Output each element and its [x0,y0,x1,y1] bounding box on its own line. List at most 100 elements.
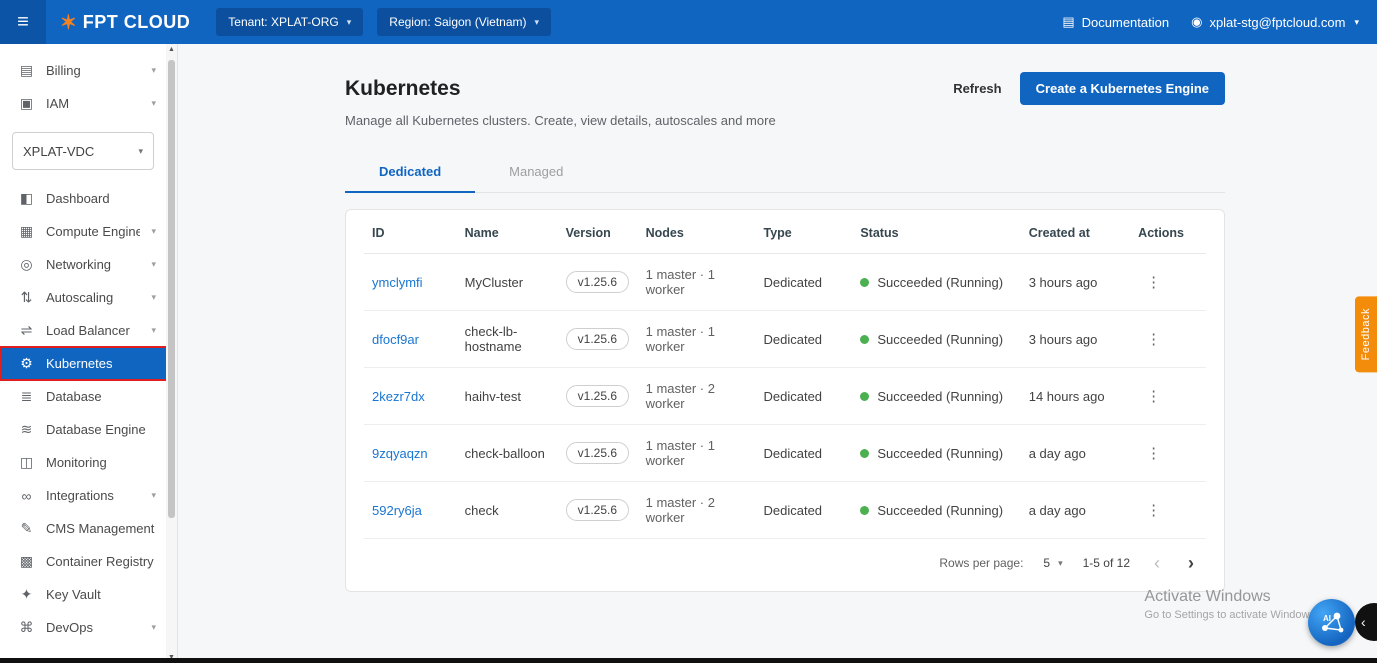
ai-assistant-button[interactable]: AI [1308,599,1355,646]
container-registry-icon: ▩ [19,553,34,569]
status-dot [860,334,870,344]
column-header-name: Name [456,210,558,254]
sidebar-item-label: IAM [46,96,70,111]
sidebar-item-networking[interactable]: ◎ Networking ▾ [0,248,166,281]
sidebar-item-container-registry[interactable]: ▩ Container Registry [0,545,166,578]
feedback-tab[interactable]: Feedback [1355,296,1377,373]
row-actions-button[interactable]: ⋮ [1138,499,1169,521]
sidebar-item-iam[interactable]: ▣ IAM ▾ [0,87,166,120]
tab-bar: Dedicated Managed [345,152,1225,193]
app-root: ≡ ✶ FPT CLOUD Tenant: XPLAT-ORG ▾ Region… [0,0,1377,663]
version-badge: v1.25.6 [565,385,630,407]
rows-per-page-value: 5 [1043,556,1051,570]
sidebar: ▤ Billing ▾ ▣ IAM ▾ XPLAT-VDC ▾ ◧ Dashbo… [0,44,178,663]
scrollbar-thumb[interactable] [168,60,175,518]
column-header-id: ID [364,210,457,254]
top-bar: ≡ ✶ FPT CLOUD Tenant: XPLAT-ORG ▾ Region… [0,0,1377,44]
pagination: Rows per page: 5 ▾ 1-5 of 12 ‹ › [364,539,1206,587]
topbar-right: ▤ Documentation ◉ xplat-stg@fptcloud.com… [1062,14,1359,30]
tab-managed[interactable]: Managed [475,152,597,192]
sidebar-item-devops[interactable]: ⌘ DevOps ▾ [0,611,166,644]
taskbar-edge [0,658,1377,663]
hamburger-menu-icon[interactable]: ≡ [0,0,46,44]
cluster-type: Dedicated [755,253,853,311]
table-row: 2kezr7dx haihv-test v1.25.6 1 master · 2… [364,367,1206,425]
cluster-type: Dedicated [755,424,853,482]
kubernetes-icon: ⚙ [20,355,33,371]
region-selector[interactable]: Region: Saigon (Vietnam) ▾ [377,8,552,36]
cluster-nodes: 1 master · 2 worker [637,367,756,425]
cluster-id-link[interactable]: 592ry6ja [372,503,422,518]
chevron-down-icon: ▾ [138,145,143,156]
cluster-id-link[interactable]: 9zqyaqzn [372,446,428,461]
next-page-button[interactable]: › [1184,554,1198,572]
sidebar-item-key-vault[interactable]: ✦ Key Vault [0,578,166,611]
sidebar-item-database-engine[interactable]: ≋ Database Engine [0,413,166,446]
region-label: Region: Saigon (Vietnam) [389,15,527,29]
tenant-label: Tenant: XPLAT-ORG [228,15,339,29]
table-row: 592ry6ja check v1.25.6 1 master · 2 work… [364,481,1206,539]
vdc-selector[interactable]: XPLAT-VDC ▾ [12,132,154,170]
column-header-actions: Actions [1130,210,1206,254]
sidebar-item-label: Monitoring [46,455,107,470]
status-dot [860,391,870,401]
cluster-type: Dedicated [755,310,853,368]
sidebar-item-label: Kubernetes [46,356,113,371]
refresh-button[interactable]: Refresh [953,81,1001,96]
ai-widget-collapse-button[interactable]: ‹ [1355,603,1377,641]
cluster-id-link[interactable]: dfocf9ar [372,332,419,347]
networking-icon: ◎ [20,256,33,272]
sidebar-item-kubernetes[interactable]: ⚙ Kubernetes [0,346,167,381]
sidebar-item-database[interactable]: ≣ Database [0,380,166,413]
sidebar-item-dashboard[interactable]: ◧ Dashboard [0,182,166,215]
cms-management-icon: ✎ [20,520,33,536]
row-actions-button[interactable]: ⋮ [1138,385,1169,407]
row-actions-button[interactable]: ⋮ [1138,328,1169,350]
tab-dedicated[interactable]: Dedicated [345,152,476,193]
sidebar-scrollbar[interactable]: ▲ ▼ [166,44,177,663]
column-header-nodes: Nodes [637,210,756,254]
iam-icon: ▣ [19,95,34,111]
rows-per-page-select[interactable]: 5 ▾ [1043,556,1062,570]
cluster-name: MyCluster [456,253,558,311]
status-text: Succeeded (Running) [877,445,1004,461]
database-engine-icon: ≋ [20,421,33,437]
account-menu[interactable]: ◉ xplat-stg@fptcloud.com ▾ [1191,14,1359,30]
created-at: 14 hours ago [1020,367,1131,425]
previous-page-button[interactable]: ‹ [1150,554,1164,572]
load-balancer-icon: ⇌ [20,322,33,338]
account-icon: ◉ [1191,14,1203,29]
documentation-link[interactable]: ▤ Documentation [1062,14,1169,30]
sidebar-item-monitoring[interactable]: ◫ Monitoring [0,446,166,479]
chevron-down-icon: ▾ [1058,557,1063,568]
watermark-line1: Activate Windows [1144,588,1271,605]
column-header-type: Type [755,210,853,254]
ai-molecule-icon: AI [1321,612,1343,632]
sidebar-item-integrations[interactable]: ∞ Integrations ▾ [0,479,166,512]
chevron-down-icon: ▾ [151,226,156,236]
dashboard-icon: ◧ [19,190,34,206]
sidebar-item-cms-management[interactable]: ✎ CMS Management [0,512,166,545]
sidebar-item-autoscaling[interactable]: ⇅ Autoscaling ▾ [0,281,166,314]
cluster-id-link[interactable]: 2kezr7dx [372,389,425,404]
created-at: 3 hours ago [1020,253,1131,311]
logo-text: FPT CLOUD [82,11,191,32]
table-header-row: ID Name Version Nodes Type Status Create… [364,210,1206,254]
create-kubernetes-engine-button[interactable]: Create a Kubernetes Engine [1019,72,1225,105]
page-title: Kubernetes [345,76,461,100]
status-text: Succeeded (Running) [877,388,1004,404]
table-row: ymclymfi MyCluster v1.25.6 1 master · 1 … [364,253,1206,311]
sidebar-item-load-balancer[interactable]: ⇌ Load Balancer ▾ [0,314,166,347]
sidebar-item-label: Billing [46,63,81,78]
row-actions-button[interactable]: ⋮ [1138,442,1169,464]
fpt-cloud-logo: ✶ FPT CLOUD [60,10,190,35]
sidebar-item-label: Container Registry [46,554,154,569]
tenant-selector[interactable]: Tenant: XPLAT-ORG ▾ [216,8,364,36]
row-actions-button[interactable]: ⋮ [1138,271,1169,293]
sidebar-item-label: DevOps [46,620,93,635]
cluster-id-link[interactable]: ymclymfi [372,275,423,290]
sidebar-item-compute-engine[interactable]: ▦ Compute Engine ▾ [0,215,166,248]
cluster-type: Dedicated [755,481,853,539]
scroll-up-icon[interactable]: ▲ [166,46,177,53]
sidebar-item-billing[interactable]: ▤ Billing ▾ [0,54,166,87]
